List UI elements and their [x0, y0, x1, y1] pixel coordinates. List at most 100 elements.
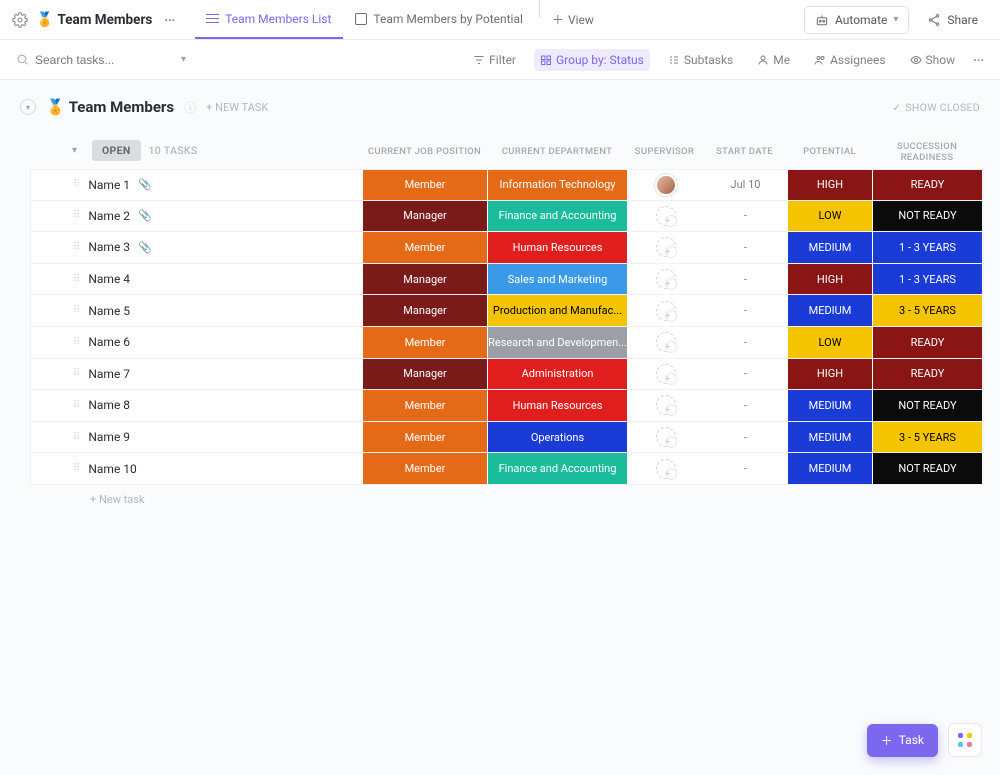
- potential-tag[interactable]: MEDIUM: [788, 390, 873, 421]
- col-readiness[interactable]: SUCCESSION READINESS: [872, 141, 982, 163]
- start-date-cell[interactable]: -: [703, 209, 788, 222]
- assign-placeholder-icon[interactable]: [656, 364, 676, 384]
- col-position[interactable]: CURRENT JOB POSITION: [362, 146, 487, 157]
- show-closed-toggle[interactable]: ✓ SHOW CLOSED: [892, 101, 980, 114]
- task-name-cell[interactable]: ⠿ Name 5: [73, 304, 363, 318]
- potential-tag[interactable]: HIGH: [788, 359, 873, 390]
- start-date-cell[interactable]: -: [703, 367, 788, 380]
- readiness-tag[interactable]: 3 - 5 YEARS: [873, 295, 983, 326]
- start-date-cell[interactable]: Jul 10: [703, 178, 788, 191]
- col-start[interactable]: START DATE: [702, 146, 787, 157]
- apps-fab[interactable]: [948, 723, 982, 757]
- readiness-tag[interactable]: READY: [873, 327, 983, 358]
- assign-placeholder-icon[interactable]: [656, 332, 676, 352]
- readiness-tag[interactable]: READY: [873, 359, 983, 390]
- task-name-cell[interactable]: ⠿ Name 9: [73, 430, 363, 444]
- task-name-cell[interactable]: ⠿ Name 3 📎: [73, 240, 363, 254]
- start-date-cell[interactable]: -: [703, 304, 788, 317]
- position-tag[interactable]: Member: [363, 232, 488, 263]
- supervisor-cell[interactable]: [628, 237, 703, 257]
- table-row[interactable]: ⠿ Name 1 📎MemberInformation Technology Ju…: [30, 169, 984, 201]
- add-view-button[interactable]: ＋ View: [544, 0, 602, 39]
- me-button[interactable]: Me: [751, 49, 796, 71]
- drag-handle-icon[interactable]: ⠿: [73, 400, 80, 411]
- table-row[interactable]: ⠿ Name 8 MemberHuman Resources-MEDIUMNOT…: [30, 390, 984, 422]
- position-tag[interactable]: Member: [363, 170, 488, 200]
- table-row[interactable]: ⠿ Name 3 📎MemberHuman Resources-MEDIUM1 …: [30, 232, 984, 264]
- position-tag[interactable]: Member: [363, 327, 488, 358]
- supervisor-cell[interactable]: [628, 459, 703, 479]
- tab-team-members-potential[interactable]: Team Members by Potential: [343, 0, 535, 39]
- department-tag[interactable]: Finance and Accounting: [488, 453, 628, 484]
- assign-placeholder-icon[interactable]: [656, 206, 676, 226]
- task-name-cell[interactable]: ⠿ Name 4: [73, 272, 363, 286]
- department-tag[interactable]: Administration: [488, 359, 628, 390]
- search-input[interactable]: [35, 53, 175, 67]
- supervisor-cell[interactable]: [628, 364, 703, 384]
- group-collapse[interactable]: ▾: [72, 145, 84, 156]
- department-tag[interactable]: Human Resources: [488, 390, 628, 421]
- show-button[interactable]: Show: [904, 49, 962, 71]
- potential-tag[interactable]: MEDIUM: [788, 295, 873, 326]
- department-tag[interactable]: Production and Manufac...: [488, 295, 628, 326]
- more-options[interactable]: ···: [973, 53, 984, 67]
- automate-button[interactable]: Automate ▾: [804, 6, 909, 34]
- status-badge-open[interactable]: OPEN: [92, 140, 141, 161]
- department-tag[interactable]: Research and Developmen...: [488, 327, 628, 358]
- add-task-row[interactable]: + New task: [30, 485, 984, 506]
- attachment-icon[interactable]: 📎: [138, 209, 152, 222]
- start-date-cell[interactable]: -: [703, 336, 788, 349]
- department-tag[interactable]: Finance and Accounting: [488, 201, 628, 232]
- tab-team-members-list[interactable]: Team Members List: [195, 0, 343, 39]
- filter-button[interactable]: Filter: [467, 49, 522, 71]
- drag-handle-icon[interactable]: ⠿: [73, 179, 80, 190]
- department-tag[interactable]: Sales and Marketing: [488, 264, 628, 295]
- task-name-cell[interactable]: ⠿ Name 8: [73, 398, 363, 412]
- supervisor-cell[interactable]: [628, 301, 703, 321]
- task-name-cell[interactable]: ⠿ Name 1 📎: [73, 178, 363, 192]
- create-task-fab[interactable]: ＋ Task: [867, 724, 938, 757]
- position-tag[interactable]: Manager: [363, 359, 488, 390]
- drag-handle-icon[interactable]: ⠿: [73, 463, 80, 474]
- readiness-tag[interactable]: 1 - 3 YEARS: [873, 264, 983, 295]
- position-tag[interactable]: Member: [363, 422, 488, 453]
- readiness-tag[interactable]: NOT READY: [873, 201, 983, 232]
- table-row[interactable]: ⠿ Name 5 ManagerProduction and Manufac..…: [30, 295, 984, 327]
- collapse-toggle[interactable]: ▾: [20, 99, 36, 115]
- task-name-cell[interactable]: ⠿ Name 10: [73, 462, 363, 476]
- drag-handle-icon[interactable]: ⠿: [73, 368, 80, 379]
- drag-handle-icon[interactable]: ⠿: [73, 432, 80, 443]
- table-row[interactable]: ⠿ Name 10 MemberFinance and Accounting-M…: [30, 453, 984, 485]
- start-date-cell[interactable]: -: [703, 241, 788, 254]
- potential-tag[interactable]: LOW: [788, 327, 873, 358]
- task-name-cell[interactable]: ⠿ Name 6: [73, 335, 363, 349]
- potential-tag[interactable]: MEDIUM: [788, 232, 873, 263]
- chevron-down-icon[interactable]: ▾: [181, 54, 186, 65]
- supervisor-cell[interactable]: [628, 332, 703, 352]
- subtasks-button[interactable]: Subtasks: [662, 49, 739, 71]
- supervisor-cell[interactable]: [628, 174, 703, 196]
- department-tag[interactable]: Operations: [488, 422, 628, 453]
- table-row[interactable]: ⠿ Name 4 ManagerSales and Marketing-HIGH…: [30, 264, 984, 296]
- attachment-icon[interactable]: 📎: [138, 178, 152, 191]
- drag-handle-icon[interactable]: ⠿: [73, 305, 80, 316]
- department-tag[interactable]: Information Technology: [488, 170, 628, 200]
- potential-tag[interactable]: LOW: [788, 201, 873, 232]
- task-name-cell[interactable]: ⠿ Name 7: [73, 367, 363, 381]
- assign-placeholder-icon[interactable]: [656, 237, 676, 257]
- table-row[interactable]: ⠿ Name 6 MemberResearch and Developmen..…: [30, 327, 984, 359]
- assign-placeholder-icon[interactable]: [656, 459, 676, 479]
- start-date-cell[interactable]: -: [703, 399, 788, 412]
- assign-placeholder-icon[interactable]: [656, 395, 676, 415]
- supervisor-cell[interactable]: [628, 427, 703, 447]
- share-button[interactable]: Share: [917, 6, 988, 34]
- col-potential[interactable]: POTENTIAL: [787, 146, 872, 157]
- position-tag[interactable]: Manager: [363, 201, 488, 232]
- position-tag[interactable]: Manager: [363, 295, 488, 326]
- drag-handle-icon[interactable]: ⠿: [73, 337, 80, 348]
- assign-placeholder-icon[interactable]: [656, 301, 676, 321]
- readiness-tag[interactable]: NOT READY: [873, 453, 983, 484]
- start-date-cell[interactable]: -: [703, 431, 788, 444]
- assign-placeholder-icon[interactable]: [656, 427, 676, 447]
- readiness-tag[interactable]: 3 - 5 YEARS: [873, 422, 983, 453]
